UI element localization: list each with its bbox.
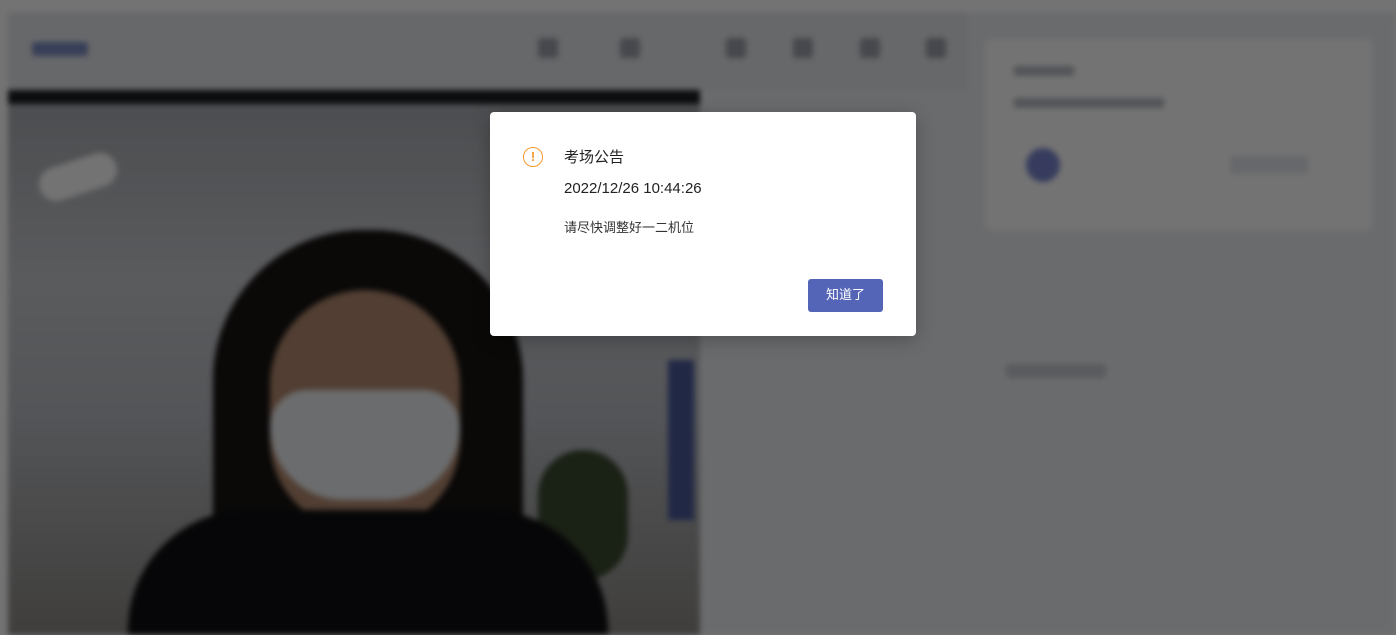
dialog-timestamp: 2022/12/26 10:44:26 — [564, 180, 702, 197]
exam-announcement-dialog: ! 考场公告 2022/12/26 10:44:26 请尽快调整好一二机位 知道… — [490, 112, 916, 336]
warning-circle-icon: ! — [523, 147, 543, 167]
screen: ! 考场公告 2022/12/26 10:44:26 请尽快调整好一二机位 知道… — [0, 0, 1396, 635]
acknowledge-button[interactable]: 知道了 — [808, 279, 883, 312]
dialog-title: 考场公告 — [564, 148, 625, 166]
dialog-message: 请尽快调整好一二机位 — [564, 221, 695, 236]
